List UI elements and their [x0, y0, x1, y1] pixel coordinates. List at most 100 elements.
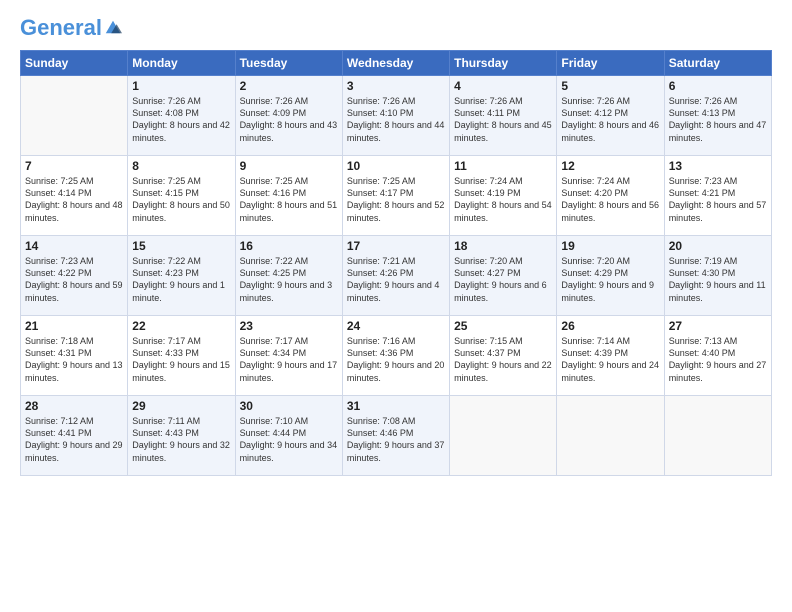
day-number: 29 — [132, 399, 230, 413]
weekday-header-tuesday: Tuesday — [235, 51, 342, 76]
week-row-1: 1 Sunrise: 7:26 AMSunset: 4:08 PMDaylight… — [21, 76, 772, 156]
calendar-table: SundayMondayTuesdayWednesdayThursdayFrid… — [20, 50, 772, 476]
day-cell: 1 Sunrise: 7:26 AMSunset: 4:08 PMDaylight… — [128, 76, 235, 156]
day-cell: 17 Sunrise: 7:21 AMSunset: 4:26 PMDayligh… — [342, 236, 449, 316]
day-info: Sunrise: 7:14 AMSunset: 4:39 PMDaylight:… — [561, 335, 659, 384]
week-row-2: 7 Sunrise: 7:25 AMSunset: 4:14 PMDaylight… — [21, 156, 772, 236]
day-cell: 7 Sunrise: 7:25 AMSunset: 4:14 PMDaylight… — [21, 156, 128, 236]
day-cell: 14 Sunrise: 7:23 AMSunset: 4:22 PMDayligh… — [21, 236, 128, 316]
day-number: 13 — [669, 159, 767, 173]
day-cell — [664, 396, 771, 476]
day-info: Sunrise: 7:25 AMSunset: 4:15 PMDaylight:… — [132, 175, 230, 224]
day-cell: 19 Sunrise: 7:20 AMSunset: 4:29 PMDayligh… — [557, 236, 664, 316]
weekday-header-sunday: Sunday — [21, 51, 128, 76]
day-info: Sunrise: 7:11 AMSunset: 4:43 PMDaylight:… — [132, 415, 230, 464]
day-number: 20 — [669, 239, 767, 253]
day-info: Sunrise: 7:18 AMSunset: 4:31 PMDaylight:… — [25, 335, 123, 384]
day-cell — [21, 76, 128, 156]
day-number: 17 — [347, 239, 445, 253]
day-number: 2 — [240, 79, 338, 93]
day-info: Sunrise: 7:26 AMSunset: 4:12 PMDaylight:… — [561, 95, 659, 144]
day-info: Sunrise: 7:17 AMSunset: 4:33 PMDaylight:… — [132, 335, 230, 384]
day-number: 19 — [561, 239, 659, 253]
day-info: Sunrise: 7:10 AMSunset: 4:44 PMDaylight:… — [240, 415, 338, 464]
day-info: Sunrise: 7:17 AMSunset: 4:34 PMDaylight:… — [240, 335, 338, 384]
day-cell: 31 Sunrise: 7:08 AMSunset: 4:46 PMDayligh… — [342, 396, 449, 476]
day-info: Sunrise: 7:20 AMSunset: 4:29 PMDaylight:… — [561, 255, 659, 304]
day-number: 28 — [25, 399, 123, 413]
day-number: 8 — [132, 159, 230, 173]
day-info: Sunrise: 7:23 AMSunset: 4:22 PMDaylight:… — [25, 255, 123, 304]
day-info: Sunrise: 7:20 AMSunset: 4:27 PMDaylight:… — [454, 255, 552, 304]
day-number: 25 — [454, 319, 552, 333]
day-cell: 16Sunrise: 7:22 AMSunset: 4:25 PMDayligh… — [235, 236, 342, 316]
day-cell: 5Sunrise: 7:26 AMSunset: 4:12 PMDaylight… — [557, 76, 664, 156]
day-cell: 27Sunrise: 7:13 AMSunset: 4:40 PMDayligh… — [664, 316, 771, 396]
day-number: 24 — [347, 319, 445, 333]
day-number: 7 — [25, 159, 123, 173]
day-cell: 6 Sunrise: 7:26 AMSunset: 4:13 PMDaylight… — [664, 76, 771, 156]
week-row-3: 14 Sunrise: 7:23 AMSunset: 4:22 PMDayligh… — [21, 236, 772, 316]
day-info: Sunrise: 7:12 AMSunset: 4:41 PMDaylight:… — [25, 415, 123, 464]
weekday-header-row: SundayMondayTuesdayWednesdayThursdayFrid… — [21, 51, 772, 76]
day-info: Sunrise: 7:16 AMSunset: 4:36 PMDaylight:… — [347, 335, 445, 384]
day-number: 16 — [240, 239, 338, 253]
weekday-header-saturday: Saturday — [664, 51, 771, 76]
day-cell: 28 Sunrise: 7:12 AMSunset: 4:41 PMDayligh… — [21, 396, 128, 476]
day-number: 14 — [25, 239, 123, 253]
day-cell: 11 Sunrise: 7:24 AMSunset: 4:19 PMDayligh… — [450, 156, 557, 236]
day-cell — [557, 396, 664, 476]
day-cell: 23 Sunrise: 7:17 AMSunset: 4:34 PMDayligh… — [235, 316, 342, 396]
day-number: 6 — [669, 79, 767, 93]
day-info: Sunrise: 7:26 AMSunset: 4:10 PMDaylight:… — [347, 95, 445, 144]
day-info: Sunrise: 7:15 AMSunset: 4:37 PMDaylight:… — [454, 335, 552, 384]
day-number: 21 — [25, 319, 123, 333]
day-info: Sunrise: 7:08 AMSunset: 4:46 PMDaylight:… — [347, 415, 445, 464]
header: General — [20, 16, 772, 40]
weekday-header-monday: Monday — [128, 51, 235, 76]
day-info: Sunrise: 7:25 AMSunset: 4:17 PMDaylight:… — [347, 175, 445, 224]
day-cell: 12 Sunrise: 7:24 AMSunset: 4:20 PMDayligh… — [557, 156, 664, 236]
day-number: 9 — [240, 159, 338, 173]
day-cell: 22 Sunrise: 7:17 AMSunset: 4:33 PMDayligh… — [128, 316, 235, 396]
weekday-header-thursday: Thursday — [450, 51, 557, 76]
day-cell: 18 Sunrise: 7:20 AMSunset: 4:27 PMDayligh… — [450, 236, 557, 316]
day-info: Sunrise: 7:26 AMSunset: 4:13 PMDaylight:… — [669, 95, 767, 144]
day-number: 12 — [561, 159, 659, 173]
weekday-header-friday: Friday — [557, 51, 664, 76]
day-info: Sunrise: 7:26 AMSunset: 4:09 PMDaylight:… — [240, 95, 338, 144]
logo-icon — [104, 18, 122, 36]
day-number: 1 — [132, 79, 230, 93]
day-info: Sunrise: 7:24 AMSunset: 4:20 PMDaylight:… — [561, 175, 659, 224]
day-info: Sunrise: 7:24 AMSunset: 4:19 PMDaylight:… — [454, 175, 552, 224]
day-info: Sunrise: 7:21 AMSunset: 4:26 PMDaylight:… — [347, 255, 445, 304]
day-info: Sunrise: 7:25 AMSunset: 4:16 PMDaylight:… — [240, 175, 338, 224]
day-number: 18 — [454, 239, 552, 253]
day-number: 15 — [132, 239, 230, 253]
day-info: Sunrise: 7:23 AMSunset: 4:21 PMDaylight:… — [669, 175, 767, 224]
day-number: 23 — [240, 319, 338, 333]
day-number: 22 — [132, 319, 230, 333]
day-cell: 2 Sunrise: 7:26 AMSunset: 4:09 PMDaylight… — [235, 76, 342, 156]
calendar-page: General SundayMondayTuesdayWednesdayThur… — [0, 0, 792, 486]
day-cell: 13 Sunrise: 7:23 AMSunset: 4:21 PMDayligh… — [664, 156, 771, 236]
day-number: 11 — [454, 159, 552, 173]
day-info: Sunrise: 7:22 AMSunset: 4:23 PMDaylight:… — [132, 255, 230, 304]
day-number: 4 — [454, 79, 552, 93]
day-cell: 21 Sunrise: 7:18 AMSunset: 4:31 PMDayligh… — [21, 316, 128, 396]
day-info: Sunrise: 7:26 AMSunset: 4:08 PMDaylight:… — [132, 95, 230, 144]
day-cell: 29 Sunrise: 7:11 AMSunset: 4:43 PMDayligh… — [128, 396, 235, 476]
day-cell: 3Sunrise: 7:26 AMSunset: 4:10 PMDaylight… — [342, 76, 449, 156]
day-cell: 20Sunrise: 7:19 AMSunset: 4:30 PMDayligh… — [664, 236, 771, 316]
day-number: 31 — [347, 399, 445, 413]
day-number: 10 — [347, 159, 445, 173]
day-cell: 24 Sunrise: 7:16 AMSunset: 4:36 PMDayligh… — [342, 316, 449, 396]
day-cell: 10 Sunrise: 7:25 AMSunset: 4:17 PMDayligh… — [342, 156, 449, 236]
week-row-5: 28 Sunrise: 7:12 AMSunset: 4:41 PMDayligh… — [21, 396, 772, 476]
day-number: 30 — [240, 399, 338, 413]
logo-text: General — [20, 16, 102, 40]
logo: General — [20, 16, 122, 40]
day-info: Sunrise: 7:25 AMSunset: 4:14 PMDaylight:… — [25, 175, 123, 224]
day-cell: 15 Sunrise: 7:22 AMSunset: 4:23 PMDayligh… — [128, 236, 235, 316]
weekday-header-wednesday: Wednesday — [342, 51, 449, 76]
